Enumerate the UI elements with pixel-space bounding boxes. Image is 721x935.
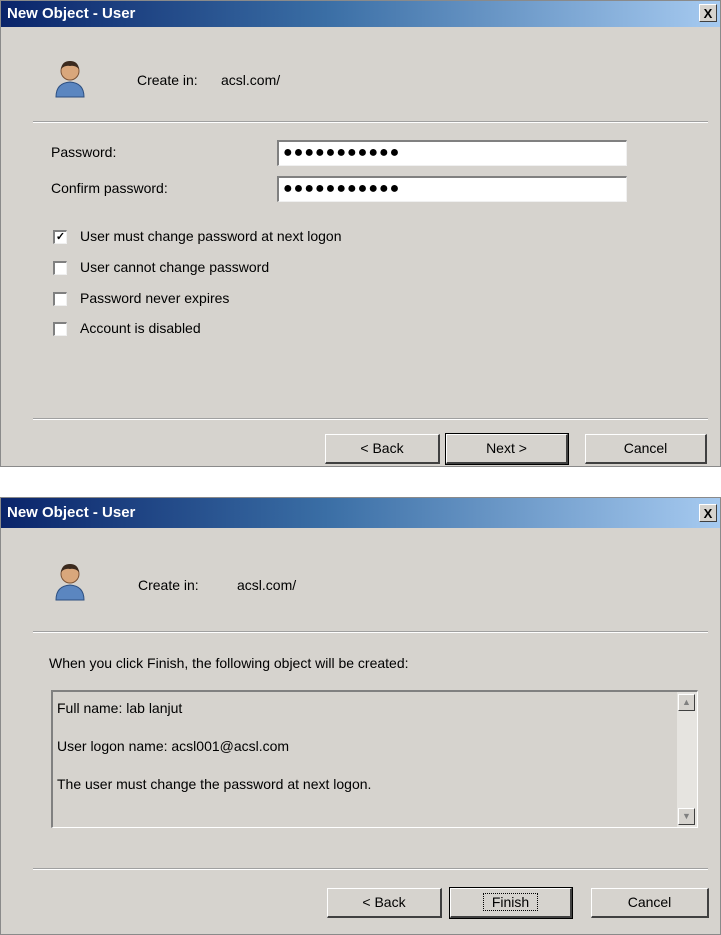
title-bar[interactable]: New Object - User X [1,498,720,528]
checkbox-label: Password never expires [80,290,230,306]
cancel-button[interactable]: Cancel [585,434,707,464]
create-in-value: acsl.com/ [221,72,281,88]
back-button[interactable]: < Back [327,888,442,918]
back-button[interactable]: < Back [325,434,440,464]
close-button[interactable]: X [699,504,717,522]
separator [33,631,708,633]
checkbox-label: User must change password at next logon [80,228,342,244]
checkbox-box[interactable]: ✓ [53,230,67,244]
dialog-title: New Object - User [7,504,136,521]
separator [33,868,708,870]
summary-textbox[interactable]: Full name: lab lanjut User logon name: a… [51,690,698,828]
confirm-password-input[interactable]: ●●●●●●●●●●● [277,176,627,202]
create-in-label: Create in: [138,577,199,593]
dialog-title: New Object - User [7,5,136,22]
vertical-scrollbar[interactable]: ▲ ▼ [677,692,697,827]
password-label: Password: [51,144,117,160]
summary-line-logon: User logon name: acsl001@acsl.com [57,738,290,754]
scroll-down-arrow-icon[interactable]: ▼ [678,808,695,825]
finish-button[interactable]: Finish [449,887,573,919]
checkbox-label: User cannot change password [80,259,270,275]
scroll-up-arrow-icon[interactable]: ▲ [678,694,695,711]
checkbox-box[interactable] [53,322,67,336]
close-button[interactable]: X [699,4,717,22]
title-bar[interactable]: New Object - User X [1,1,720,27]
checkbox-label: Account is disabled [80,320,201,336]
new-user-dialog-summary: New Object - User X Create in: acsl.com/… [0,497,721,935]
user-icon [55,61,85,98]
confirm-password-label: Confirm password: [51,180,168,196]
info-text: When you click Finish, the following obj… [49,655,409,671]
password-input[interactable]: ●●●●●●●●●●● [277,140,627,166]
separator [33,418,708,420]
create-in-label: Create in: [137,72,198,88]
cancel-button[interactable]: Cancel [591,888,709,918]
create-in-value: acsl.com/ [237,577,297,593]
new-user-dialog-password: New Object - User X Create in: acsl.com/… [0,0,721,467]
finish-button-label: Finish [482,893,539,911]
separator [33,121,708,123]
next-button[interactable]: Next > [445,433,569,465]
checkbox-box[interactable] [53,292,67,306]
checkbox-box[interactable] [53,261,67,275]
summary-line-change-password: The user must change the password at nex… [57,776,372,792]
summary-line-fullname: Full name: lab lanjut [57,700,183,716]
user-icon [55,564,85,601]
